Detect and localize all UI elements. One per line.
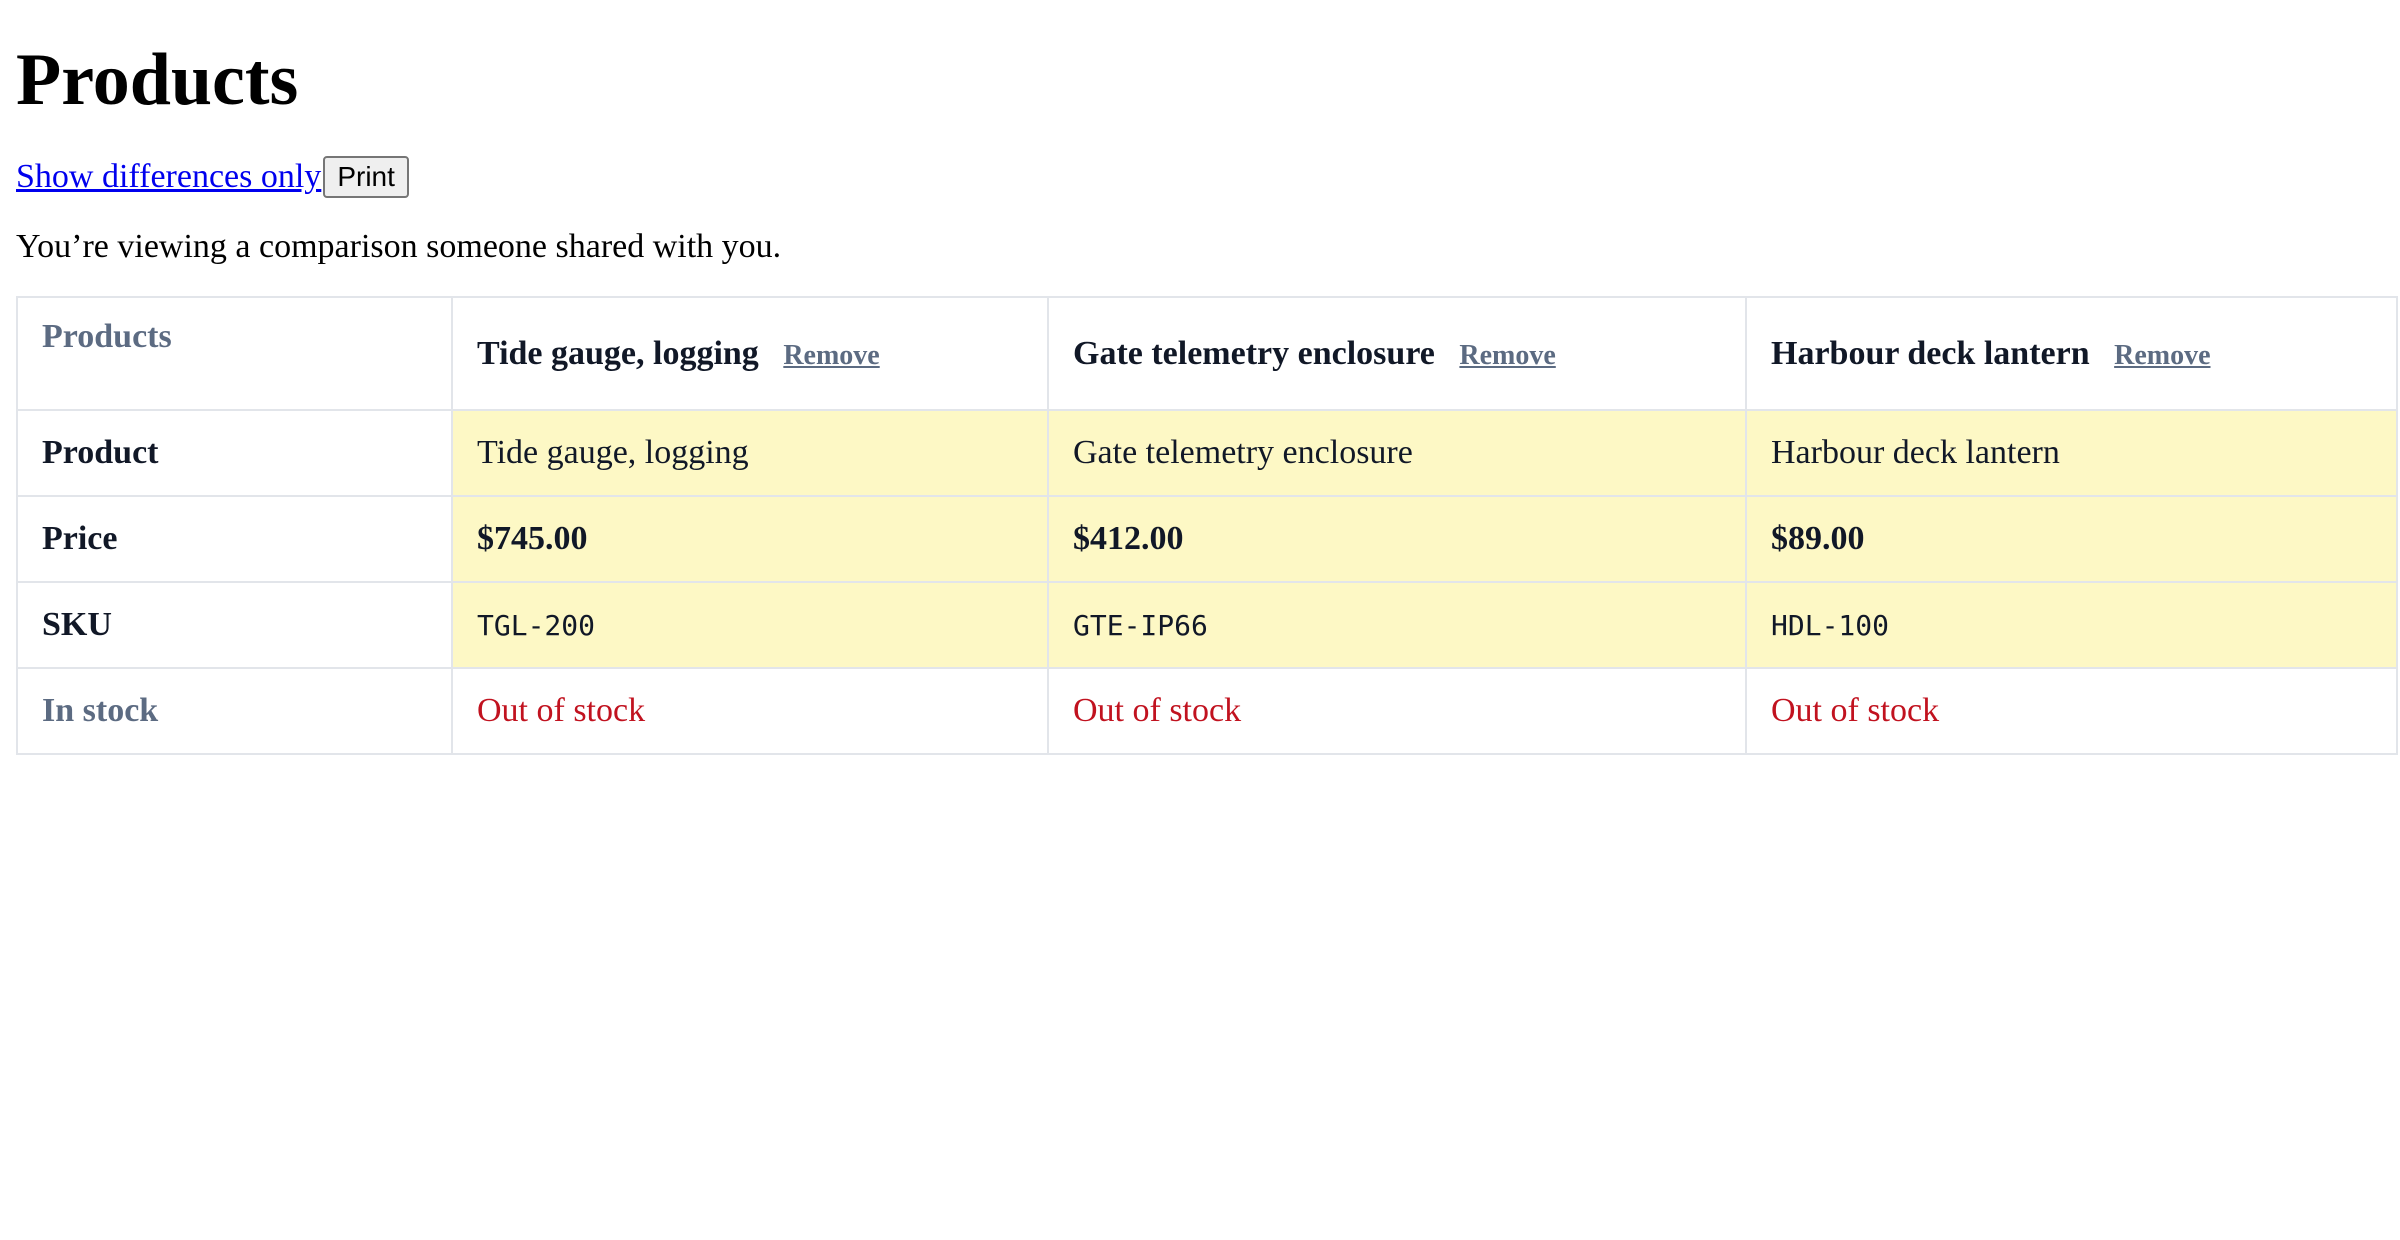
remove-product-button[interactable]: Remove xyxy=(783,340,879,371)
cell-sku: TGL-200 xyxy=(451,581,1049,669)
cell-product-name: Gate telemetry enclosure xyxy=(1047,409,1747,497)
table-row-product: Product Tide gauge, logging Gate telemet… xyxy=(16,409,2398,497)
row-label-sku: SKU xyxy=(16,581,453,669)
cell-stock-status: Out of stock xyxy=(1745,667,2398,755)
print-button[interactable]: Print xyxy=(323,156,409,198)
table-row-price: Price $745.00 $412.00 $89.00 xyxy=(16,495,2398,583)
cell-price: $745.00 xyxy=(451,495,1049,583)
row-label-stock: In stock xyxy=(16,667,453,755)
shared-notice: You’re viewing a comparison someone shar… xyxy=(16,228,782,265)
cell-sku: HDL-100 xyxy=(1745,581,2398,669)
page-title: Products xyxy=(16,39,299,121)
show-differences-link[interactable]: Show differences only xyxy=(16,156,321,198)
comparison-table: Products Tide gauge, logging Remove Gate… xyxy=(16,296,2398,755)
remove-product-button[interactable]: Remove xyxy=(2114,340,2210,371)
row-label-price: Price xyxy=(16,495,453,583)
remove-product-button[interactable]: Remove xyxy=(1459,340,1555,371)
cell-stock-status: Out of stock xyxy=(451,667,1049,755)
cell-price: $412.00 xyxy=(1047,495,1747,583)
product-column-header: Gate telemetry enclosure Remove xyxy=(1047,296,1747,411)
table-row-sku: SKU TGL-200 GTE-IP66 HDL-100 xyxy=(16,581,2398,669)
cell-stock-status: Out of stock xyxy=(1047,667,1747,755)
corner-header: Products xyxy=(16,296,453,411)
product-column-name: Tide gauge, logging xyxy=(477,334,759,372)
table-row-stock: In stock Out of stock Out of stock Out o… xyxy=(16,667,2398,755)
product-column-header: Harbour deck lantern Remove xyxy=(1745,296,2398,411)
product-column-header: Tide gauge, logging Remove xyxy=(451,296,1049,411)
cell-price: $89.00 xyxy=(1745,495,2398,583)
cell-product-name: Tide gauge, logging xyxy=(451,409,1049,497)
product-column-name: Harbour deck lantern xyxy=(1771,334,2090,372)
page: Products Show differences only Print You… xyxy=(0,0,2400,755)
cell-product-name: Harbour deck lantern xyxy=(1745,409,2398,497)
table-header-row: Products Tide gauge, logging Remove Gate… xyxy=(16,296,2398,411)
cell-sku: GTE-IP66 xyxy=(1047,581,1747,669)
toolbar: Show differences only Print xyxy=(16,156,2384,198)
product-column-name: Gate telemetry enclosure xyxy=(1073,334,1435,372)
row-label-product: Product xyxy=(16,409,453,497)
